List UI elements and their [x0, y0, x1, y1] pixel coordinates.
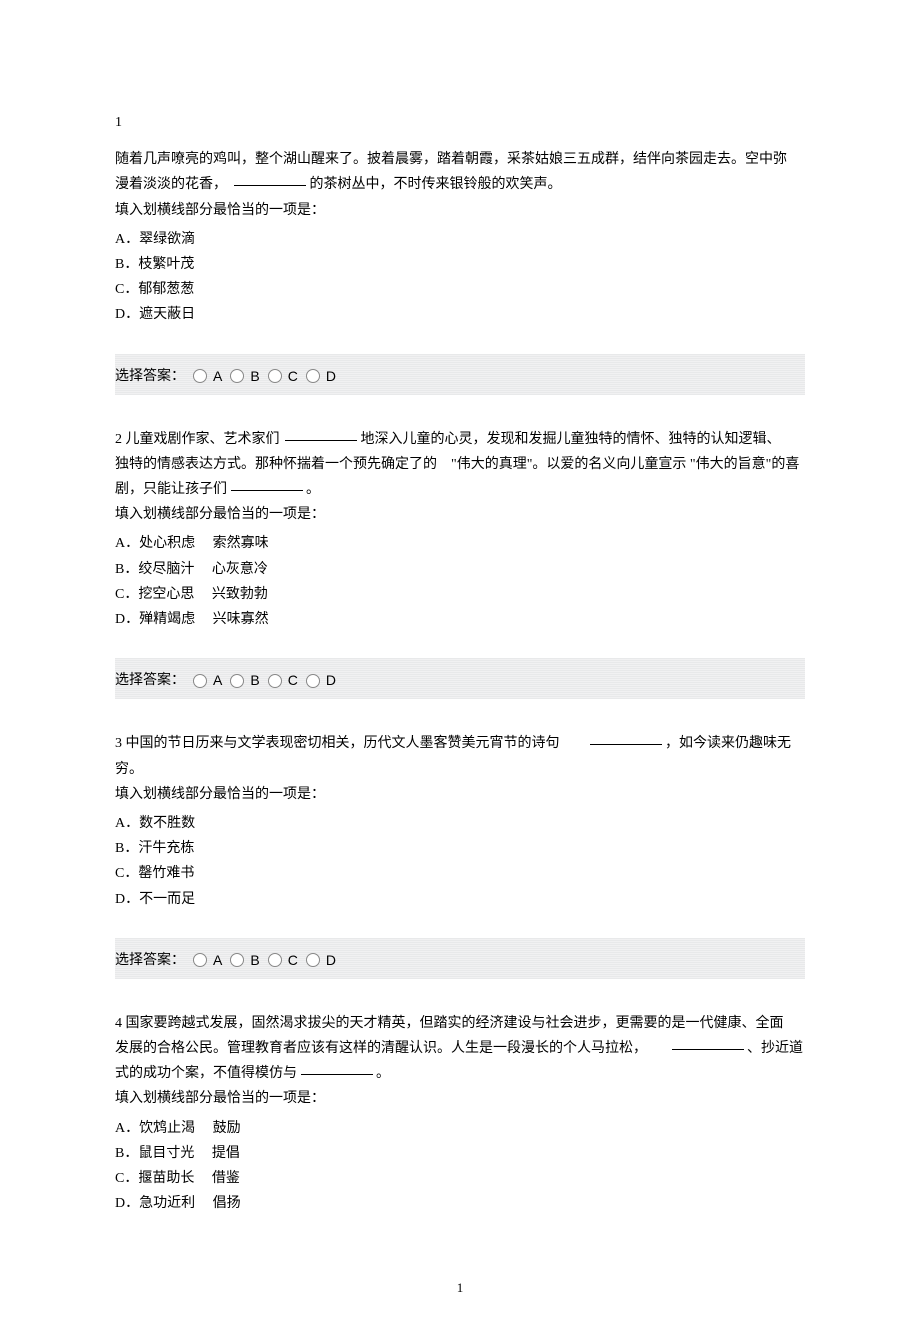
- radio-icon: [193, 369, 207, 383]
- question-1: 1 随着几声嘹亮的鸡叫，整个湖山醒来了。披着晨雾，踏着朝霞，采茶姑娘三五成群，结…: [115, 110, 805, 328]
- option-d: D．急功近利 倡扬: [115, 1191, 805, 1216]
- option-c: C．郁郁葱葱: [115, 277, 805, 302]
- radio-d[interactable]: D: [306, 948, 336, 973]
- option-b: B．绞尽脑汁 心灰意冷: [115, 557, 805, 582]
- question-4: 4 国家要跨越式发展，固然渴求拔尖的天才精英，但踏实的经济建设与社会进步，更需要…: [115, 1011, 805, 1217]
- radio-c[interactable]: C: [268, 364, 298, 389]
- radio-icon: [306, 953, 320, 967]
- option-c: C．挖空心思 兴致勃勃: [115, 582, 805, 607]
- question-2: 2 儿童戏剧作家、艺术家们 地深入儿童的心灵，发现和发掘儿童独特的情怀、独特的认…: [115, 427, 805, 633]
- radio-d[interactable]: D: [306, 668, 336, 693]
- radio-icon: [230, 369, 244, 383]
- radio-d[interactable]: D: [306, 364, 336, 389]
- question-prompt: 填入划横线部分最恰当的一项是：: [115, 502, 805, 527]
- blank: [285, 440, 357, 441]
- question-text: 3 中国的节日历来与文学表现密切相关，历代文人墨客赞美元宵节的诗句 ，如今读来仍…: [115, 731, 805, 807]
- radio-b[interactable]: B: [230, 948, 259, 973]
- radio-a[interactable]: A: [193, 948, 222, 973]
- radio-group: A B C D: [193, 948, 342, 973]
- answer-strip-2: 选择答案： A B C D: [115, 658, 805, 699]
- radio-group: A B C D: [193, 668, 342, 693]
- option-a: A．处心积虑 索然寡味: [115, 531, 805, 556]
- radio-b[interactable]: B: [230, 364, 259, 389]
- question-text: 4 国家要跨越式发展，固然渴求拔尖的天才精英，但踏实的经济建设与社会进步，更需要…: [115, 1011, 805, 1112]
- blank: [231, 490, 303, 491]
- question-number: 1: [115, 115, 122, 130]
- blank: [234, 185, 306, 186]
- question-line: 随着几声嘹亮的鸡叫，整个湖山醒来了。披着晨雾，踏着朝霞，采茶姑娘三五成群，结伴向…: [115, 147, 805, 172]
- radio-a[interactable]: A: [193, 668, 222, 693]
- question-line: 2 儿童戏剧作家、艺术家们 地深入儿童的心灵，发现和发掘儿童独特的情怀、独特的认…: [115, 427, 805, 452]
- option-b: B．枝繁叶茂: [115, 252, 805, 277]
- question-text: 2 儿童戏剧作家、艺术家们 地深入儿童的心灵，发现和发掘儿童独特的情怀、独特的认…: [115, 427, 805, 528]
- radio-icon: [306, 674, 320, 688]
- options: A．翠绿欲滴 B．枝繁叶茂 C．郁郁葱葱 D．遮天蔽日: [115, 227, 805, 328]
- blank: [672, 1049, 744, 1050]
- answer-strip-1: 选择答案： A B C D: [115, 354, 805, 395]
- question-line: 式的成功个案，不值得模仿与 。: [115, 1061, 805, 1086]
- radio-icon: [268, 953, 282, 967]
- options: A．处心积虑 索然寡味 B．绞尽脑汁 心灰意冷 C．挖空心思 兴致勃勃 D．殚精…: [115, 531, 805, 632]
- options: A．数不胜数 B．汗牛充栋 C．罄竹难书 D．不一而足: [115, 811, 805, 912]
- option-c: C．揠苗助长 借鉴: [115, 1166, 805, 1191]
- question-number: 3: [115, 736, 122, 751]
- answer-label: 选择答案：: [115, 668, 185, 693]
- radio-icon: [268, 674, 282, 688]
- question-prompt: 填入划横线部分最恰当的一项是：: [115, 198, 805, 223]
- answer-label: 选择答案：: [115, 364, 185, 389]
- question-line: 3 中国的节日历来与文学表现密切相关，历代文人墨客赞美元宵节的诗句 ，如今读来仍…: [115, 731, 805, 781]
- blank: [301, 1074, 373, 1075]
- blank: [590, 744, 662, 745]
- answer-strip-3: 选择答案： A B C D: [115, 938, 805, 979]
- question-text: 1 随着几声嘹亮的鸡叫，整个湖山醒来了。披着晨雾，踏着朝霞，采茶姑娘三五成群，结…: [115, 110, 805, 223]
- radio-icon: [230, 674, 244, 688]
- radio-icon: [193, 674, 207, 688]
- radio-icon: [306, 369, 320, 383]
- option-d: D．遮天蔽日: [115, 302, 805, 327]
- question-line: 独特的情感表达方式。那种怀揣着一个预先确定了的 "伟大的真理"。以爱的名义向儿童…: [115, 452, 805, 477]
- radio-group: A B C D: [193, 364, 342, 389]
- question-line: 漫着淡淡的花香， 的茶树丛中，不时传来银铃般的欢笑声。: [115, 172, 805, 197]
- question-prompt: 填入划横线部分最恰当的一项是：: [115, 1086, 805, 1111]
- radio-icon: [193, 953, 207, 967]
- option-d: D．殚精竭虑 兴味寡然: [115, 607, 805, 632]
- question-line: 4 国家要跨越式发展，固然渴求拔尖的天才精英，但踏实的经济建设与社会进步，更需要…: [115, 1011, 805, 1036]
- radio-c[interactable]: C: [268, 668, 298, 693]
- radio-b[interactable]: B: [230, 668, 259, 693]
- question-3: 3 中国的节日历来与文学表现密切相关，历代文人墨客赞美元宵节的诗句 ，如今读来仍…: [115, 731, 805, 911]
- option-a: A．数不胜数: [115, 811, 805, 836]
- option-c: C．罄竹难书: [115, 861, 805, 886]
- options: A．饮鸩止渴 鼓励 B．鼠目寸光 提倡 C．揠苗助长 借鉴 D．急功近利 倡扬: [115, 1116, 805, 1217]
- question-line: 剧，只能让孩子们 。: [115, 477, 805, 502]
- question-line: 发展的合格公民。管理教育者应该有这样的清醒认识。人生是一段漫长的个人马拉松， 、…: [115, 1036, 805, 1061]
- radio-icon: [268, 369, 282, 383]
- page-number: 1: [115, 1276, 805, 1299]
- question-number: 2: [115, 432, 122, 447]
- radio-c[interactable]: C: [268, 948, 298, 973]
- question-number: 4: [115, 1016, 122, 1031]
- option-b: B．汗牛充栋: [115, 836, 805, 861]
- option-a: A．翠绿欲滴: [115, 227, 805, 252]
- option-a: A．饮鸩止渴 鼓励: [115, 1116, 805, 1141]
- radio-icon: [230, 953, 244, 967]
- option-b: B．鼠目寸光 提倡: [115, 1141, 805, 1166]
- radio-a[interactable]: A: [193, 364, 222, 389]
- question-prompt: 填入划横线部分最恰当的一项是：: [115, 782, 805, 807]
- option-d: D．不一而足: [115, 887, 805, 912]
- answer-label: 选择答案：: [115, 948, 185, 973]
